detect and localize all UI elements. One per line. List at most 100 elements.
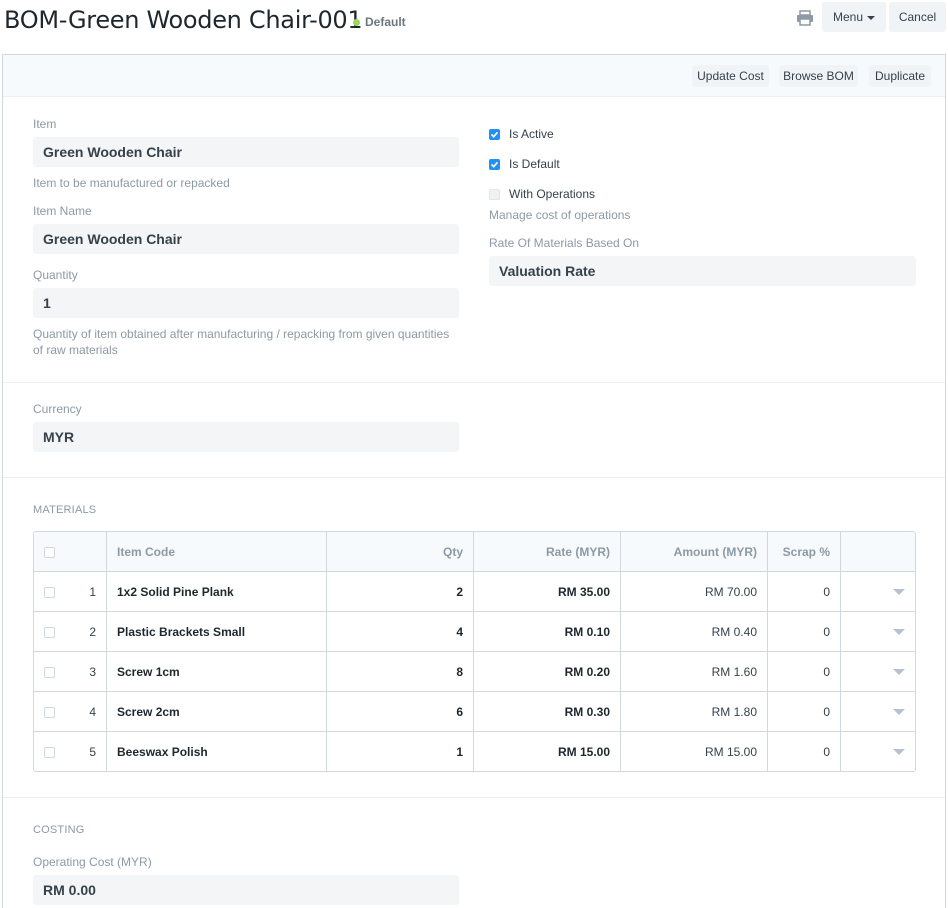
item-help: Item to be manufactured or repacked [33, 176, 230, 190]
item-code-cell[interactable]: Screw 2cm [107, 692, 327, 731]
printer-icon[interactable] [796, 10, 814, 26]
section-divider [3, 797, 945, 798]
row-checkbox[interactable] [44, 747, 55, 758]
bom-form: Update Cost Browse BOM Duplicate Item Gr… [2, 54, 946, 908]
column-header-actions [841, 532, 915, 571]
table-header-row: Item Code Qty Rate (MYR) Amount (MYR) Sc… [34, 532, 915, 572]
with-operations-label: With Operations [509, 187, 596, 201]
with-operations-checkbox[interactable]: With Operations [489, 187, 595, 201]
item-field[interactable]: Green Wooden Chair [33, 137, 459, 167]
qty-cell[interactable]: 4 [327, 612, 474, 651]
menu-button-label: Menu [832, 10, 864, 24]
scrap-cell[interactable]: 0 [768, 612, 841, 651]
materials-table: Item Code Qty Rate (MYR) Amount (MYR) Sc… [33, 531, 916, 772]
operating-cost-field[interactable]: RM 0.00 [33, 875, 459, 905]
dropdown-arrow-icon[interactable] [893, 748, 905, 755]
row-checkbox[interactable] [44, 707, 55, 718]
row-actions-cell[interactable] [841, 572, 915, 611]
row-actions-cell[interactable] [841, 652, 915, 691]
row-index: 3 [89, 664, 96, 679]
page-header: BOM-Green Wooden Chair-001 Default Menu … [0, 0, 948, 48]
row-index: 1 [89, 584, 96, 599]
item-code-cell[interactable]: 1x2 Solid Pine Plank [107, 572, 327, 611]
row-actions-cell[interactable] [841, 692, 915, 731]
dropdown-arrow-icon[interactable] [893, 668, 905, 675]
is-active-checkbox[interactable]: Is Active [489, 127, 554, 141]
costing-section-title: COSTING [33, 824, 85, 836]
update-cost-button[interactable]: Update Cost [692, 65, 769, 87]
rate-cell[interactable]: RM 0.10 [474, 612, 621, 651]
currency-field[interactable]: MYR [33, 422, 459, 452]
is-default-checkbox[interactable]: Is Default [489, 157, 560, 171]
checkbox-checked-icon [489, 158, 500, 170]
column-header-item-code: Item Code [107, 532, 327, 571]
status-dot [353, 18, 360, 26]
dropdown-arrow-icon[interactable] [893, 708, 905, 715]
row-select-cell: 4 [34, 692, 107, 731]
column-header-scrap: Scrap % [768, 532, 841, 571]
menu-button[interactable]: Menu [822, 2, 886, 32]
section-divider [3, 382, 945, 383]
cancel-button[interactable]: Cancel [889, 2, 946, 32]
qty-cell[interactable]: 1 [327, 732, 474, 771]
amount-cell: RM 1.60 [621, 652, 768, 691]
row-select-cell: 2 [34, 612, 107, 651]
checkbox-unchecked-icon [489, 188, 500, 200]
select-all-checkbox[interactable] [44, 547, 55, 558]
rate-cell[interactable]: RM 35.00 [474, 572, 621, 611]
item-code-cell[interactable]: Beeswax Polish [107, 732, 327, 771]
dropdown-arrow-icon[interactable] [893, 628, 905, 635]
scrap-cell[interactable]: 0 [768, 572, 841, 611]
currency-label: Currency [33, 402, 82, 416]
with-operations-help: Manage cost of operations [489, 208, 631, 222]
amount-cell: RM 1.80 [621, 692, 768, 731]
rate-cell[interactable]: RM 15.00 [474, 732, 621, 771]
status-indicator: Default [353, 15, 406, 29]
is-default-label: Is Default [509, 157, 560, 171]
row-checkbox[interactable] [44, 667, 55, 678]
rate-cell[interactable]: RM 0.30 [474, 692, 621, 731]
amount-cell: RM 70.00 [621, 572, 768, 611]
row-checkbox[interactable] [44, 587, 55, 598]
form-toolbar: Update Cost Browse BOM Duplicate [3, 55, 945, 97]
scrap-cell[interactable]: 0 [768, 652, 841, 691]
table-row[interactable]: 5 Beeswax Polish 1 RM 15.00 RM 15.00 0 [34, 732, 915, 771]
table-row[interactable]: 4 Screw 2cm 6 RM 0.30 RM 1.80 0 [34, 692, 915, 732]
table-row[interactable]: 3 Screw 1cm 8 RM 0.20 RM 1.60 0 [34, 652, 915, 692]
quantity-help-line-1: Quantity of item obtained after manufact… [33, 327, 450, 341]
column-header-rate: Rate (MYR) [474, 532, 621, 571]
duplicate-button[interactable]: Duplicate [869, 65, 931, 87]
quantity-help-line-2: of raw materials [33, 343, 118, 357]
table-row[interactable]: 1 1x2 Solid Pine Plank 2 RM 35.00 RM 70.00 0 [34, 572, 915, 612]
dropdown-arrow-icon[interactable] [893, 588, 905, 595]
item-code-cell[interactable]: Plastic Brackets Small [107, 612, 327, 651]
row-select-cell: 3 [34, 652, 107, 691]
qty-cell[interactable]: 6 [327, 692, 474, 731]
row-checkbox[interactable] [44, 627, 55, 638]
item-label: Item [33, 117, 57, 131]
quantity-field[interactable]: 1 [33, 288, 459, 318]
quantity-label: Quantity [33, 268, 78, 282]
caret-down-icon [867, 15, 876, 20]
scrap-cell[interactable]: 0 [768, 732, 841, 771]
item-code-cell[interactable]: Screw 1cm [107, 652, 327, 691]
column-header-amount: Amount (MYR) [621, 532, 768, 571]
browse-bom-button[interactable]: Browse BOM [779, 65, 858, 87]
status-label: Default [365, 15, 406, 29]
page-title: BOM-Green Wooden Chair-001 [4, 6, 363, 34]
scrap-cell[interactable]: 0 [768, 692, 841, 731]
row-actions-cell[interactable] [841, 612, 915, 651]
operating-cost-label: Operating Cost (MYR) [33, 855, 152, 869]
amount-cell: RM 0.40 [621, 612, 768, 651]
table-row[interactable]: 2 Plastic Brackets Small 4 RM 0.10 RM 0.40 0 [34, 612, 915, 652]
rate-cell[interactable]: RM 0.20 [474, 652, 621, 691]
materials-section-title: MATERIALS [33, 504, 97, 516]
quantity-help: Quantity of item obtained after manufact… [33, 326, 463, 358]
item-name-field[interactable]: Green Wooden Chair [33, 224, 459, 254]
row-select-cell: 5 [34, 732, 107, 771]
rate-basis-select[interactable]: Valuation Rate [489, 256, 916, 286]
qty-cell[interactable]: 8 [327, 652, 474, 691]
row-actions-cell[interactable] [841, 732, 915, 771]
select-all-cell [34, 532, 107, 571]
qty-cell[interactable]: 2 [327, 572, 474, 611]
